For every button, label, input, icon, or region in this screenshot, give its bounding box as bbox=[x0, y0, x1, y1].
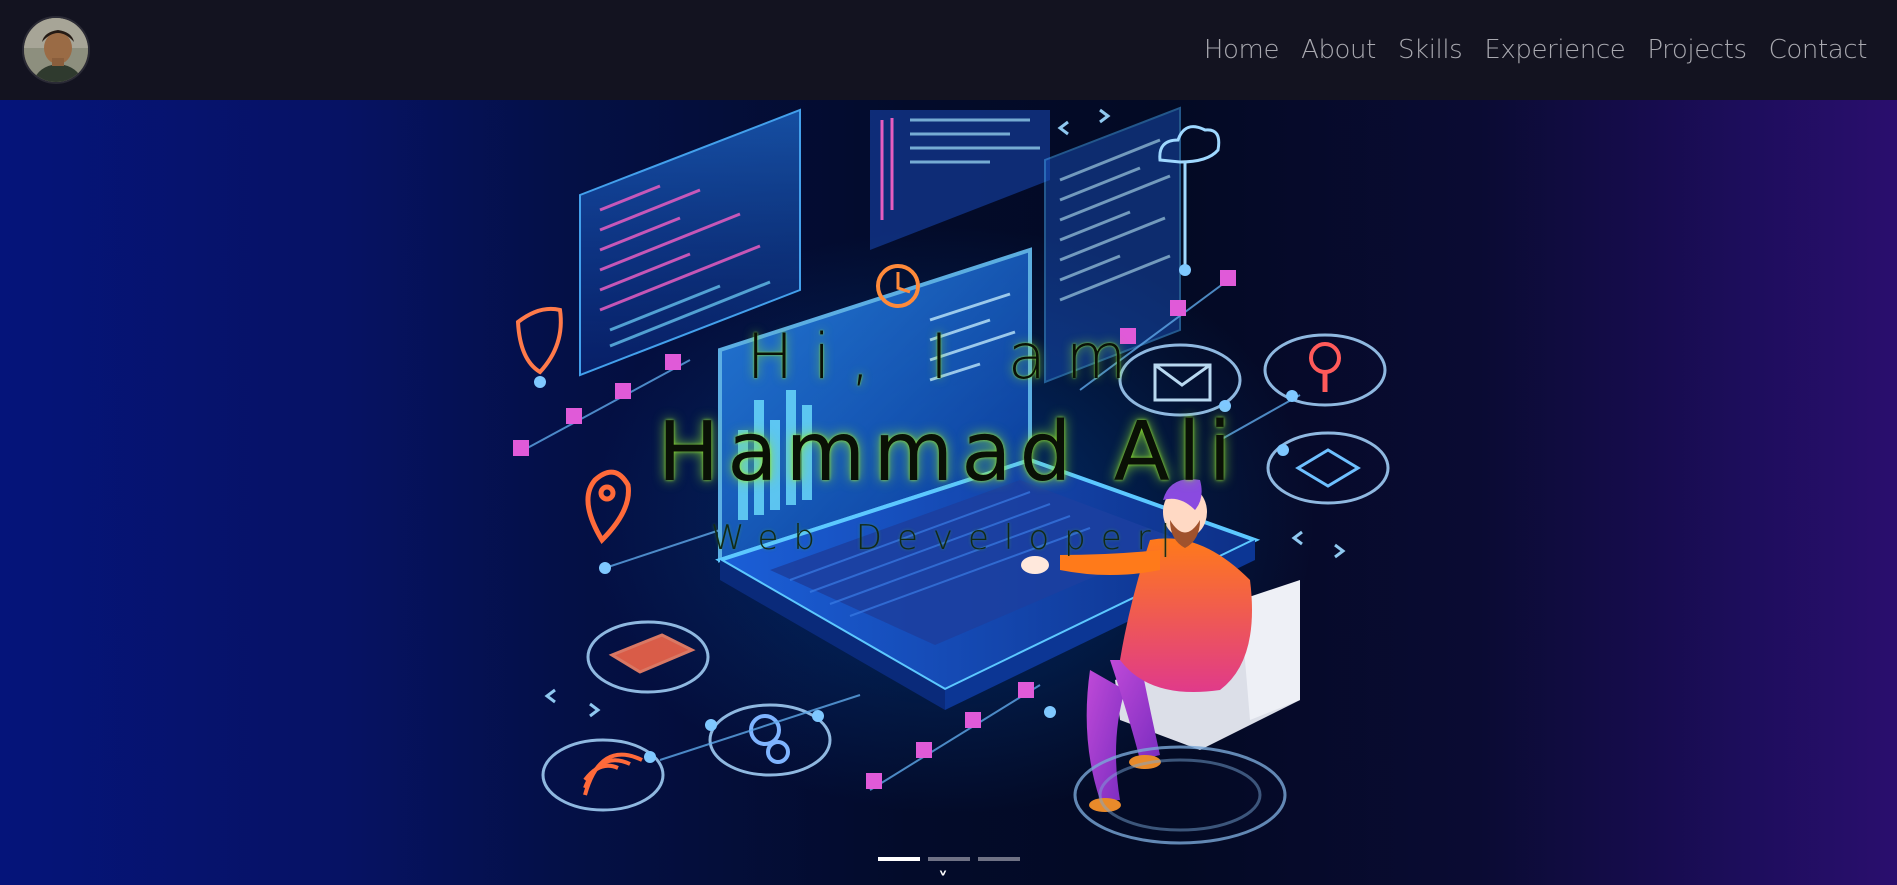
location-pin-icon bbox=[585, 469, 631, 545]
document-circle-icon bbox=[586, 620, 710, 694]
nav-link-skills[interactable]: Skills bbox=[1398, 35, 1463, 65]
code-panel-middle bbox=[870, 110, 1050, 250]
avatar-photo bbox=[24, 18, 88, 82]
gear-circle-icon bbox=[708, 703, 832, 777]
grid-circle-icon bbox=[1266, 431, 1390, 505]
developer-illustration bbox=[513, 106, 1390, 845]
nav-link-experience[interactable]: Experience bbox=[1484, 35, 1625, 65]
navbar: Home About Skills Experience Projects Co… bbox=[0, 0, 1897, 100]
carousel-indicators bbox=[878, 857, 1020, 861]
carousel-indicator-2[interactable] bbox=[928, 857, 970, 861]
nav-link-home[interactable]: Home bbox=[1204, 35, 1280, 65]
nav-links: Home About Skills Experience Projects Co… bbox=[1204, 35, 1868, 65]
wifi-circle-icon bbox=[541, 738, 665, 812]
chevron-down-icon[interactable]: ˅ bbox=[938, 870, 948, 885]
search-circle-icon bbox=[1263, 333, 1387, 407]
carousel-indicator-3[interactable] bbox=[978, 857, 1020, 861]
avatar[interactable] bbox=[22, 16, 90, 84]
shield-icon bbox=[515, 306, 563, 375]
hero-section: Hi, I am Hammad Ali Web Developer| ˅ bbox=[0, 100, 1897, 885]
nav-link-contact[interactable]: Contact bbox=[1769, 35, 1868, 65]
carousel-indicator-1[interactable] bbox=[878, 857, 920, 861]
nav-link-projects[interactable]: Projects bbox=[1647, 35, 1747, 65]
nav-link-about[interactable]: About bbox=[1301, 35, 1376, 65]
